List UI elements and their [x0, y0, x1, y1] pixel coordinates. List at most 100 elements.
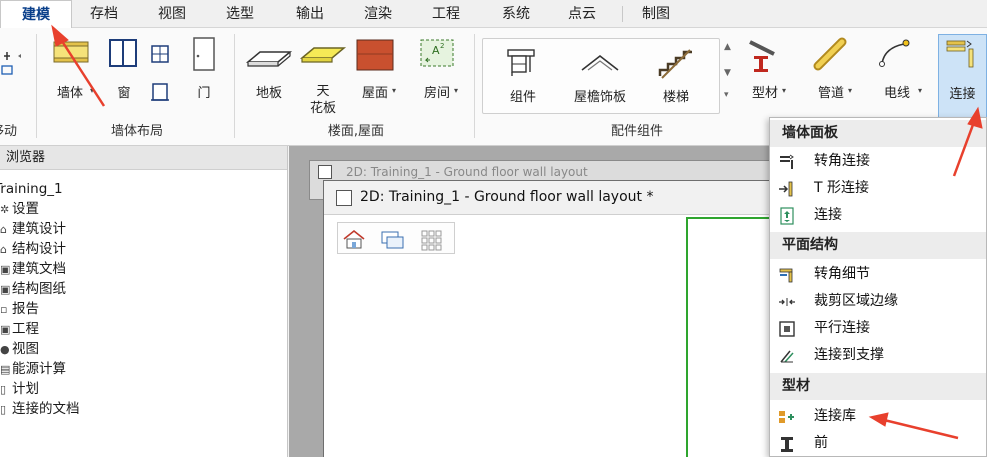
room-icon: A 2 — [420, 39, 454, 67]
menu-system[interactable]: 系统 — [490, 0, 542, 28]
tree-item-project[interactable]: ▣ 工程 — [0, 319, 39, 339]
group-separator — [474, 34, 475, 138]
eye-icon: ● — [0, 343, 10, 356]
tile-view-icon — [421, 230, 442, 251]
menu-output[interactable]: 输出 — [284, 0, 336, 28]
background-document-title: 2D: Training_1 - Ground floor wall layou… — [346, 165, 588, 179]
report-icon: ▫ — [0, 303, 8, 316]
floor-label: 地板 — [255, 86, 282, 101]
menu-archive[interactable]: 存档 — [78, 0, 130, 28]
view-toolbar-icons — [343, 229, 442, 251]
component-button[interactable]: 组件 — [494, 42, 552, 108]
document-title: 2D: Training_1 - Ground floor wall layou… — [360, 189, 654, 205]
window-icon — [109, 39, 137, 67]
move-tool[interactable] — [0, 46, 30, 113]
group-label-move: 移动 — [0, 124, 17, 139]
roof-button[interactable]: 屋面 ▾ — [350, 34, 400, 106]
structure-icon: ⌂ — [0, 243, 7, 256]
menu-project[interactable]: 工程 — [420, 0, 472, 28]
browser-title: 浏览器 — [0, 146, 287, 170]
connection-icon — [946, 40, 974, 68]
menu-item-parallel-connection[interactable]: 平行连接 — [770, 315, 986, 342]
view-toolbar — [337, 222, 455, 254]
ceiling-button[interactable]: 天 花板 — [298, 34, 348, 116]
profile-button[interactable]: 型材 ▾ — [740, 34, 790, 106]
browser-title-text: 浏览器 — [6, 150, 46, 165]
wall-button[interactable]: 墙体 ▾ — [44, 34, 96, 106]
wall-outline — [686, 217, 688, 457]
menu-modeling[interactable]: 建模 — [0, 0, 72, 29]
menu-point-cloud[interactable]: 点云 — [556, 0, 608, 28]
menu-drafting[interactable]: 制图 — [630, 0, 682, 28]
grid-window-icon — [151, 45, 169, 63]
menu-item-t-connection[interactable]: T 形连接 — [770, 175, 986, 202]
front-profile-icon — [781, 437, 793, 452]
browser-panel: 浏览器 Training_1 ✲ 设置 ⌂ 建筑设计 ⌂ 结构设计 ▣ 建筑文档 ▣ 结构… — [0, 146, 288, 457]
menu-item-connection[interactable]: 连接 — [770, 202, 986, 229]
tree-item-struct-design[interactable]: ⌂ 结构设计 — [0, 239, 66, 259]
linked-doc-icon: ▯ — [0, 403, 7, 416]
move-icon — [0, 52, 21, 113]
tree-item-energy[interactable]: ▤ 能源计算 — [0, 359, 66, 379]
connect-dropdown-menu: 墙体面板 转角连接 T 形连接 连接 平面结构 转角细节 裁剪区域边缘 平行连接… — [769, 117, 987, 457]
menu-select[interactable]: 选型 — [214, 0, 266, 28]
pipe-icon — [813, 37, 847, 71]
corner-connection-icon — [780, 154, 794, 169]
plan-icon: ▯ — [0, 383, 7, 396]
menu-item-connection-library[interactable]: 连接库 — [770, 403, 986, 430]
window-label: 窗 — [117, 86, 131, 101]
document-icon — [336, 190, 352, 206]
menu-item-front[interactable]: 前 — [770, 430, 986, 457]
opening-button[interactable] — [148, 80, 172, 104]
corner-detail-icon — [779, 268, 793, 283]
menu-item-label: 转角细节 — [814, 266, 870, 282]
project-icon: ▣ — [0, 323, 11, 336]
menu-item-label: 转角连接 — [814, 153, 870, 169]
tree-item-struct-drawings[interactable]: ▣ 结构图纸 — [0, 279, 66, 299]
gallery-scroll-up[interactable]: ▲ — [724, 42, 731, 52]
tree-item-reports[interactable]: ▫ 报告 — [0, 299, 39, 319]
stairs-icon — [658, 49, 692, 79]
stairs-button[interactable]: 楼梯 — [646, 42, 706, 108]
tree-root[interactable]: Training_1 — [0, 179, 63, 199]
pipe-button[interactable]: 管道 ▾ — [806, 34, 856, 106]
window-button[interactable]: 窗 — [104, 34, 144, 106]
menu-item-connect-to-support[interactable]: 连接到支撑 — [770, 342, 986, 369]
tree-item-views[interactable]: ● 视图 — [0, 339, 39, 359]
eaves-button[interactable]: 屋檐饰板 — [560, 42, 640, 108]
tree-item-settings[interactable]: ✲ 设置 — [0, 199, 39, 219]
room-button[interactable]: A 2 房间 ▾ — [412, 34, 462, 106]
support-connection-icon — [780, 350, 794, 363]
group-separator — [234, 34, 235, 138]
window-grid-button[interactable] — [148, 42, 172, 66]
connection-icon — [780, 207, 794, 225]
wire-button[interactable]: 电线 ▾ — [866, 34, 928, 106]
connect-button[interactable]: 连接 — [938, 34, 987, 118]
door-label: 门 — [197, 86, 211, 101]
svg-text:2: 2 — [440, 42, 444, 50]
gallery-scroll-down[interactable]: ▼ — [724, 68, 731, 78]
menu-item-label: 裁剪区域边缘 — [814, 293, 898, 309]
menu-item-label: 连接 — [814, 207, 842, 223]
gear-icon: ✲ — [0, 203, 10, 216]
floor-button[interactable]: 地板 — [240, 34, 298, 106]
tree-item-arch-docs[interactable]: ▣ 建筑文档 — [0, 259, 66, 279]
menu-render[interactable]: 渲染 — [352, 0, 404, 28]
home-view-icon — [343, 229, 365, 249]
menu-item-corner-detail[interactable]: 转角细节 — [770, 261, 986, 288]
stairs-label: 楼梯 — [662, 90, 689, 105]
ceiling-label-line2: 花板 — [309, 101, 336, 116]
wall-label: 墙体 — [56, 86, 83, 101]
section-header-plane-structure: 平面结构 — [770, 232, 986, 259]
tree-item-linked-docs[interactable]: ▯ 连接的文档 — [0, 399, 80, 419]
section-header-profile: 型材 — [770, 373, 986, 400]
tree-item-plan[interactable]: ▯ 计划 — [0, 379, 39, 399]
menu-item-trim-edge[interactable]: 裁剪区域边缘 — [770, 288, 986, 315]
door-button[interactable]: 门 — [184, 34, 224, 106]
group-label-floor-roof: 楼面,屋面 — [327, 124, 385, 139]
gallery-expand[interactable]: ▾ — [724, 90, 729, 100]
tree-item-arch-design[interactable]: ⌂ 建筑设计 — [0, 219, 66, 239]
menu-view[interactable]: 视图 — [146, 0, 198, 28]
group-label-components: 配件组件 — [610, 124, 663, 139]
menu-item-corner-connection[interactable]: 转角连接 — [770, 148, 986, 175]
